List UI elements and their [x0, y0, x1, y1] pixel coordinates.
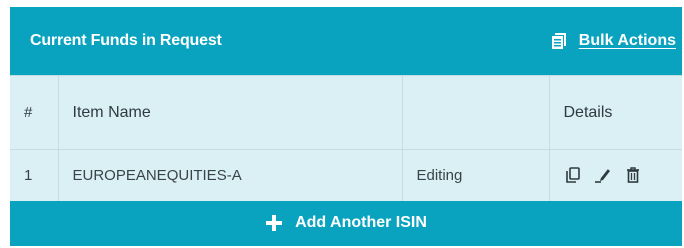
panel-title: Current Funds in Request: [30, 32, 222, 49]
row-item-name: EUROPEANEQUITIES-A: [57, 149, 402, 201]
bulk-actions-link[interactable]: Bulk Actions: [550, 32, 676, 50]
funds-table: # Item Name Details 1 EUROPEANEQUITIES-A…: [10, 75, 682, 201]
edit-icon[interactable]: [594, 166, 612, 184]
document-list-icon: [550, 32, 568, 50]
funds-panel: Current Funds in Request Bulk Actions # …: [10, 7, 682, 246]
column-header-details: Details: [548, 75, 682, 150]
panel-header: Current Funds in Request Bulk Actions: [10, 7, 682, 75]
row-index: 1: [10, 149, 58, 201]
column-header-index: #: [10, 75, 58, 150]
copy-icon[interactable]: [564, 166, 582, 184]
table-header-row: # Item Name Details: [10, 75, 682, 150]
row-status: Editing: [401, 149, 549, 201]
table-row: 1 EUROPEANEQUITIES-A Editing: [10, 149, 682, 201]
column-header-status: [401, 75, 549, 150]
row-details: [548, 149, 682, 201]
add-isin-button[interactable]: Add Another ISIN: [10, 200, 682, 246]
delete-icon[interactable]: [624, 166, 642, 184]
column-header-item-name: Item Name: [57, 75, 402, 150]
bulk-actions-label[interactable]: Bulk Actions: [579, 32, 676, 50]
row-actions: [564, 166, 669, 184]
plus-icon: [265, 214, 283, 232]
add-isin-label[interactable]: Add Another ISIN: [295, 214, 427, 232]
